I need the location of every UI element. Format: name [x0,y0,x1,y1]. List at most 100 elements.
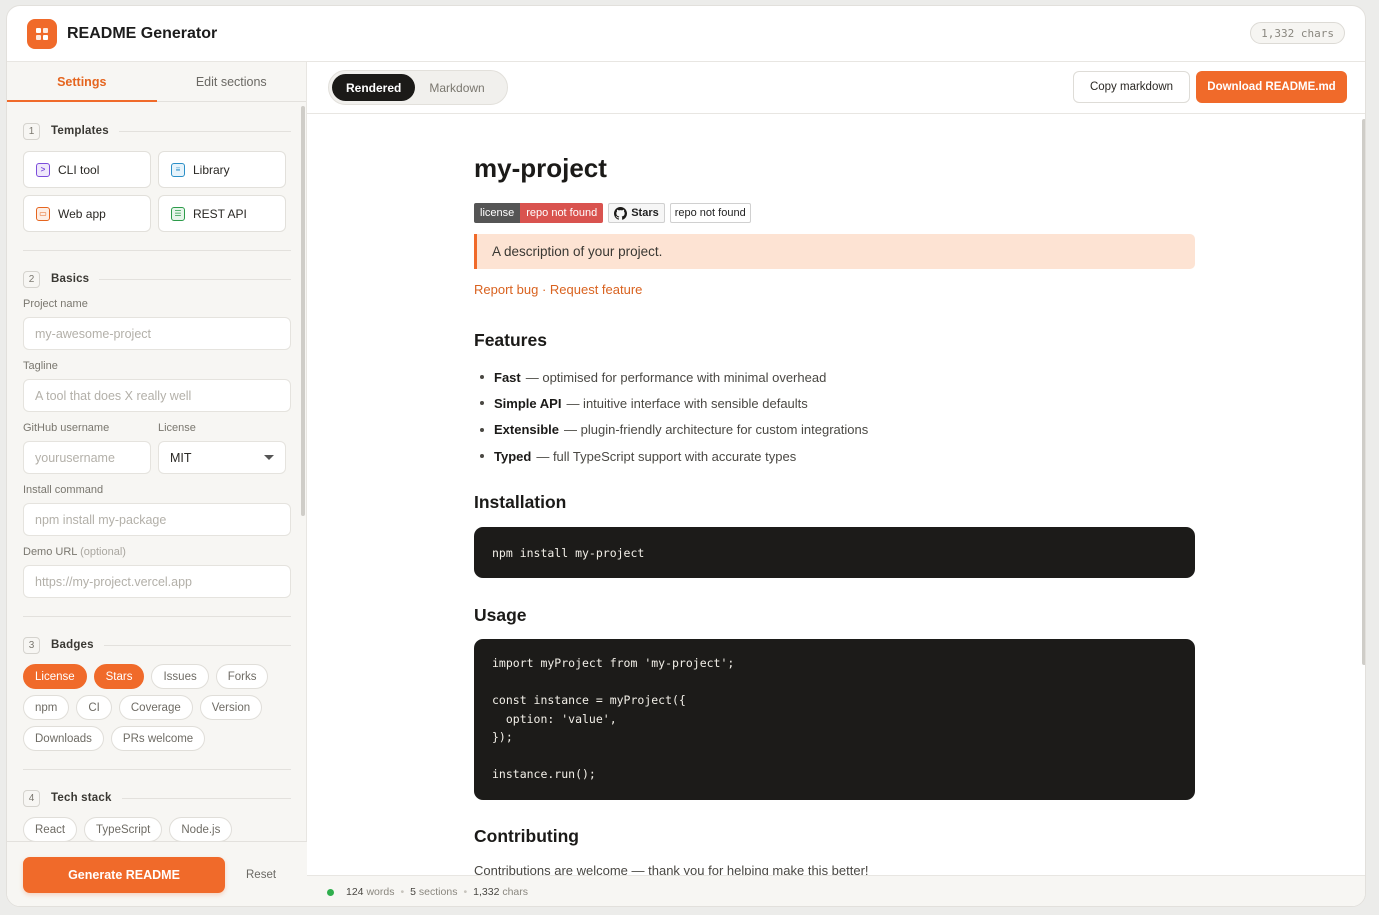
badge-chip-version[interactable]: Version [199,695,263,720]
license-badge[interactable]: license repo not found [474,203,604,223]
tab-rendered[interactable]: Rendered [332,74,416,101]
github-username-input[interactable]: yourusername [23,441,151,474]
section-rule [99,278,291,280]
copy-markdown-button[interactable]: Copy markdown [1073,71,1190,103]
readme-badges: license repo not found Stars repo not fo… [474,203,1195,223]
tech-chip-react[interactable]: React [23,817,78,841]
code-line: }); [492,730,513,745]
reset-button[interactable]: Reset [246,869,276,881]
section-header-tech-stack: 4 Tech stack [23,789,291,807]
badge-chip-forks[interactable]: Forks [215,664,269,689]
readme-links: Report bug · Request feature [474,282,1195,298]
divider [23,769,291,770]
download-readme-button[interactable]: Download README.md [1196,71,1347,103]
readme-document: my-project license repo not found Stars … [474,115,1195,875]
tech-chip-typescript[interactable]: TypeScript [84,817,163,841]
char-count-label: chars [502,886,529,898]
report-bug-link[interactable]: Report bug [474,282,538,297]
tab-edit-sections[interactable]: Edit sections [157,62,307,101]
section-rule [103,644,291,646]
status-bar: 124 words • 5 sections • 1,332 chars [307,875,1365,906]
license-select[interactable]: MIT [158,441,286,474]
section-header-basics: 2 Basics [23,270,291,288]
demo-url-input[interactable]: https://my-project.vercel.app [23,565,291,598]
request-feature-link[interactable]: Request feature [550,282,643,297]
section-title: Badges [51,639,94,651]
template-library[interactable]: ≡ Library [158,151,286,188]
template-label: REST API [193,206,247,221]
feature-name: Extensible [494,422,560,438]
sidebar-scrollbar[interactable] [301,106,305,516]
project-name-label: Project name [23,298,88,310]
tech-chip-nodejs[interactable]: Node.js [169,817,233,841]
badge-label: Stars [631,207,659,219]
feature-text: — intuitive interface with sensible defa… [566,395,808,411]
list-item: Extensible — plugin-friendly architecture… [474,417,1195,443]
section-title: Basics [51,273,90,285]
badge-chip-coverage[interactable]: Coverage [118,695,193,720]
install-code-block: npm install my-project [474,527,1195,579]
features-heading: Features [474,330,547,350]
badge-chip-downloads[interactable]: Downloads [23,726,104,751]
status-dot [327,888,334,896]
tagline-input[interactable]: A tool that does X really well [23,379,291,412]
badge-chip-npm[interactable]: npm [23,695,70,720]
view-toggle: Rendered Markdown [328,70,508,105]
sidebar-scroll-area: 1 Templates > CLI tool ≡ Library ▭ Web a… [7,103,307,841]
optional-hint: (optional) [80,546,126,558]
feature-text: — full TypeScript support with accurate … [536,448,797,464]
project-name-input[interactable]: my-awesome-project [23,317,291,350]
section-rule [121,797,291,799]
generate-readme-button[interactable]: Generate README [23,857,225,893]
char-count: 1,332 [473,886,500,898]
tab-markdown[interactable]: Markdown [415,74,498,101]
app-title: README Generator [67,24,218,42]
badge-chip-ci[interactable]: CI [76,695,112,720]
github-icon [614,206,628,220]
preview-scrollbar[interactable] [1362,119,1365,665]
sidebar-footer: Generate README Reset [7,841,307,906]
section-rule [118,130,291,132]
browser-icon: ▭ [36,206,50,221]
badge-chip-prs-welcome[interactable]: PRs welcome [110,726,206,751]
list-item: Typed — full TypeScript support with accu… [474,443,1195,469]
github-license-row: GitHub username yourusername License MIT [23,412,291,474]
section-count-label: sections [418,886,458,898]
feature-text: — plugin-friendly architecture for custo… [564,422,869,438]
sidebar-tabs: Settings Edit sections [7,62,306,102]
badge-chip-license[interactable]: License [23,664,87,689]
template-web-app[interactable]: ▭ Web app [23,195,151,232]
section-number: 3 [23,636,40,654]
repo-not-found-badge[interactable]: repo not found [669,203,751,223]
section-number: 4 [23,789,40,807]
section-header-badges: 3 Badges [23,636,291,654]
license-label: License [158,422,196,434]
app-header: README Generator 1,332 chars [7,6,1365,62]
contributing-heading: Contributing [474,826,579,847]
preview-panel: Rendered Markdown Copy markdown Download… [307,62,1365,906]
feature-name: Fast [494,369,521,385]
badge-chip-issues[interactable]: Issues [151,664,209,689]
readme-preview: my-project license repo not found Stars … [307,115,1365,875]
template-cli-tool[interactable]: > CLI tool [23,151,151,188]
app-window: README Generator 1,332 chars Settings Ed… [6,5,1366,907]
features-list: Fast — optimised for performance with min… [474,364,1195,469]
divider [23,250,291,251]
install-command-input[interactable]: npm install my-package [23,503,291,536]
badge-chips: License Stars Issues Forks npm CI Covera… [23,664,291,751]
template-rest-api[interactable]: ☰ REST API [158,195,286,232]
description-blockquote: A description of your project. [474,234,1195,269]
stars-badge[interactable]: Stars [608,203,665,223]
badge-value: repo not found [520,203,604,223]
contributing-text: Contributions are welcome — thank you fo… [474,863,869,875]
terminal-icon: > [36,162,50,177]
badge-label: license [474,203,521,223]
feature-text: — optimised for performance with minimal… [525,369,827,385]
badge-chip-stars[interactable]: Stars [93,664,145,689]
github-username-label: GitHub username [23,422,110,434]
tab-settings[interactable]: Settings [7,62,157,102]
section-number: 1 [23,122,40,140]
install-command-label: Install command [23,484,104,496]
chevron-down-icon [264,455,274,460]
